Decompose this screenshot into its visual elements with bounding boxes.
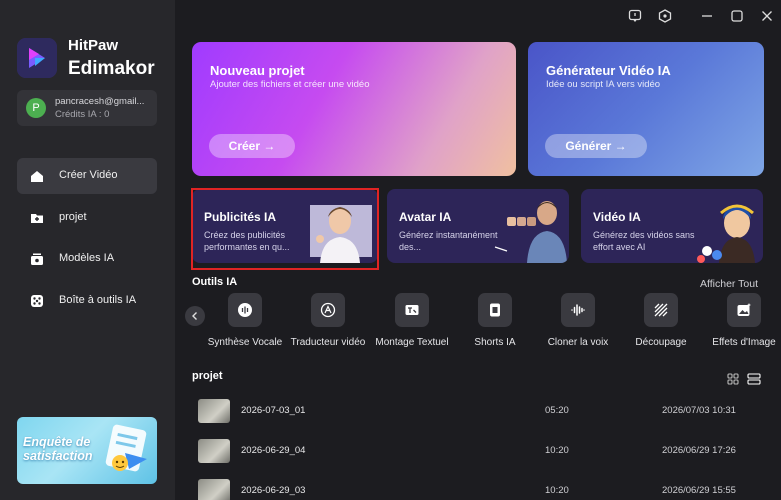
project-duration: 05:20 [545,405,569,416]
project-date: 2026/06/29 15:55 [662,485,736,496]
generator-subtitle: Idée ou script IA vers vidéo [546,79,661,90]
sidebar-item-ai-templates[interactable]: Modèles IA [17,241,157,277]
brand-name-line1: HitPaw [68,37,119,54]
tool-label: Découpage [635,337,687,348]
ai-video-subtitle: Générez des vidéos sans effort avec AI [593,230,695,252]
maximize-icon[interactable] [730,9,744,23]
tool-label: Traducteur vidéo [290,337,366,348]
project-row[interactable]: 2026-06-29_03 10:20 2026/06/29 15:55 [192,476,772,500]
app-logo [17,38,57,78]
projects-heading: projet [192,370,223,382]
sidebar-item-label: Boîte à outils IA [59,294,137,306]
project-date: 2026/07/03 10:31 [662,405,736,416]
minimize-icon[interactable] [700,9,714,23]
ai-avatar-title: Avatar IA [399,210,452,224]
survey-text: Enquête de satisfaction [23,435,93,463]
list-view-icon[interactable] [747,372,761,386]
new-project-title: Nouveau projet [210,63,305,78]
tool-ai-shorts[interactable]: Shorts IA [455,293,535,348]
tool-label: Cloner la voix [547,337,609,348]
account-email: pancracesh@gmail... [55,96,145,107]
sidebar-item-ai-toolbox[interactable]: Boîte à outils IA [17,283,157,319]
toolbox-icon [31,295,43,307]
cutout-icon [654,303,668,317]
tool-cutout[interactable]: Découpage [621,293,701,348]
ai-tools-heading: Outils IA [192,276,238,288]
project-name: 2026-06-29_04 [241,445,306,456]
create-button[interactable]: Créer → [209,134,295,158]
brand-name-line2: Edimakor [68,58,155,79]
settings-icon[interactable] [658,9,672,23]
image-effect-icon [737,303,751,316]
chevron-left-icon [192,312,197,320]
text-edit-icon [405,305,419,315]
new-project-card[interactable]: Nouveau projet Ajouter des fichiers et c… [192,42,516,176]
project-row[interactable]: 2026-07-03_01 05:20 2026/07/03 10:31 [192,396,772,426]
project-date: 2026/06/29 17:26 [662,445,736,456]
template-icon [31,253,43,265]
grid-view-icon[interactable] [726,372,740,386]
waveform-icon [571,304,585,316]
close-icon[interactable] [760,9,774,23]
voice-icon [238,303,252,317]
ai-avatar-subtitle: Générez instantanément des... [399,230,498,252]
shorts-icon [490,303,500,317]
generate-button[interactable]: Générer → [545,134,647,158]
show-all-link[interactable]: Afficher Tout [700,278,758,290]
folder-plus-icon [31,214,43,223]
account-card[interactable]: P pancracesh@gmail... Crédits IA : 0 [17,90,157,126]
project-duration: 10:20 [545,485,569,496]
ai-credits: Crédits IA : 0 [55,109,110,120]
ai-video-generator-card[interactable]: Générateur Vidéo IA Idée ou script IA ve… [528,42,764,176]
tool-text-editing[interactable]: Montage Textuel [372,293,452,348]
sidebar-item-label: Modèles IA [59,252,115,264]
sidebar-item-label: projet [59,211,87,223]
tool-voice-clone[interactable]: Cloner la voix [538,293,618,348]
tool-label: Effets d'Image [712,337,776,348]
tool-video-translator[interactable]: Traducteur vidéo [288,293,368,348]
tool-image-effects[interactable]: Effets d'Image [704,293,781,348]
home-icon [31,171,43,182]
translate-icon [320,302,336,318]
tool-label: Shorts IA [474,337,516,348]
generator-title: Générateur Vidéo IA [546,63,671,78]
satisfaction-survey-banner[interactable]: Enquête de satisfaction [17,417,157,484]
scroll-left-button[interactable] [185,306,205,326]
ai-video-card[interactable]: Vidéo IA Générez des vidéos sans effort … [581,189,763,263]
sidebar-item-project[interactable]: projet [17,200,157,236]
ai-ads-subtitle: Créez des publicités performantes en qu.… [204,230,290,252]
sidebar: HitPaw Edimakor P pancracesh@gmail... Cr… [0,0,175,500]
tool-label: Montage Textuel [375,337,449,348]
project-name: 2026-06-29_03 [241,485,306,496]
ai-video-title: Vidéo IA [593,210,641,224]
feedback-icon[interactable] [628,9,642,23]
project-row[interactable]: 2026-06-29_04 10:20 2026/06/29 17:26 [192,436,772,466]
ai-ads-card[interactable]: Publicités IA Créez des publicités perfo… [192,189,378,263]
sidebar-item-label: Créer Vidéo [59,169,118,181]
new-project-subtitle: Ajouter des fichiers et créer une vidéo [210,79,370,90]
avatar: P [26,98,46,118]
project-duration: 10:20 [545,445,569,456]
project-name: 2026-07-03_01 [241,405,306,416]
project-thumbnail [198,479,230,500]
project-thumbnail [198,439,230,463]
ai-ads-title: Publicités IA [204,210,277,224]
sidebar-item-create-video[interactable]: Créer Vidéo [17,158,157,194]
tool-text-to-speech[interactable]: Synthèse Vocale [205,293,285,348]
ai-avatar-card[interactable]: Avatar IA Générez instantanément des... [387,189,569,263]
project-thumbnail [198,399,230,423]
tool-label: Synthèse Vocale [207,337,283,348]
